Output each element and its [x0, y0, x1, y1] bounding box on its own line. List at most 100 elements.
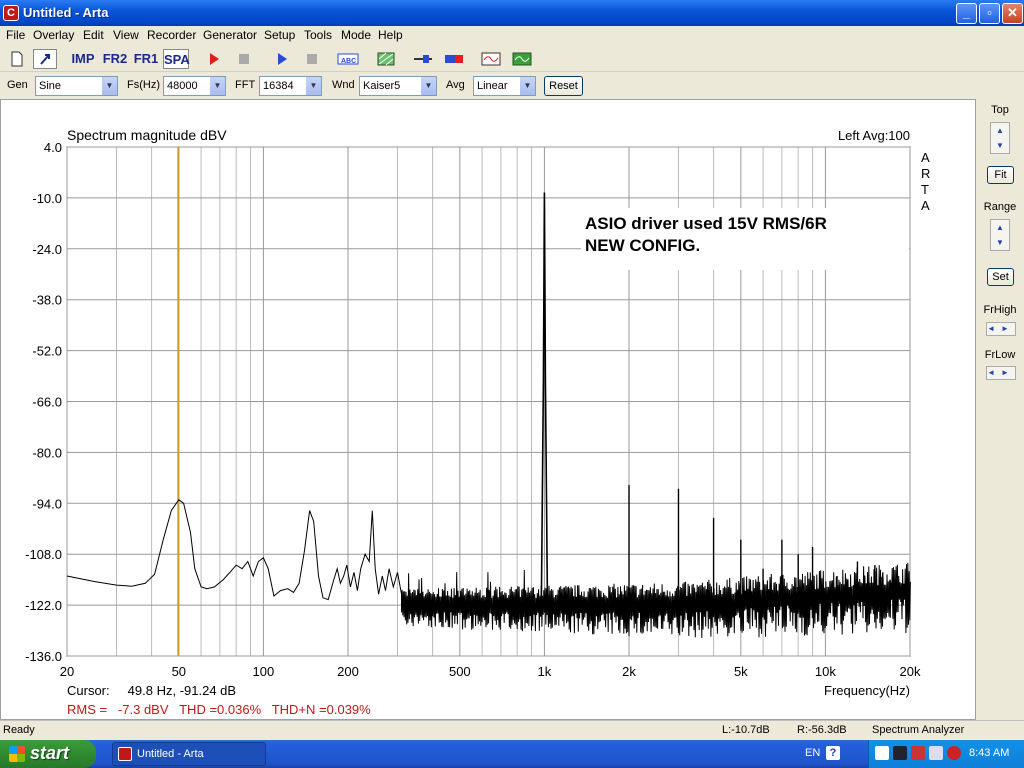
averaging-value: Linear [477, 80, 508, 92]
generator-value: Sine [39, 80, 62, 92]
arta-watermark: ARTA [921, 150, 930, 213]
top-spinner[interactable]: ▲ ▼ [990, 122, 1010, 154]
spectrum-scope-icon[interactable] [510, 49, 534, 69]
chevron-up-icon[interactable]: ▲ [991, 220, 1009, 235]
spectrum-chart[interactable]: 4.0 -10.0 -24.0 -38.0 -52.0 -66.0 -80.0 -94.0 -1… [1, 100, 975, 719]
fr1-mode-button[interactable]: FR1 [133, 49, 159, 69]
tray-icon[interactable] [911, 746, 925, 760]
menu-bar: File Overlay Edit View Recorder Generato… [0, 26, 1024, 45]
settings-toolbar: Gen Sine ▼ Fs(Hz) 48000 ▼ FFT 16384 ▼ Wnd K… [0, 73, 1024, 98]
menu-file[interactable]: File [6, 28, 25, 42]
y-tick-label: -10.0 [32, 191, 62, 206]
pointer-icon[interactable] [33, 49, 57, 69]
cursor-readout: Cursor: 49.8 Hz, -91.24 dB [67, 683, 236, 698]
x-axis-label: Frequency(Hz) [824, 683, 910, 698]
chevron-down-icon: ▼ [209, 77, 225, 95]
y-tick-label: -38.0 [32, 293, 62, 308]
taskbar-arta-window[interactable]: Untitled - Arta [112, 742, 266, 766]
record-play-icon[interactable] [202, 49, 226, 69]
fs-label: Fs(Hz) [127, 79, 160, 91]
fr2-mode-button[interactable]: FR2 [102, 49, 128, 69]
fit-button[interactable]: Fit [987, 166, 1014, 184]
system-tray: 8:43 AM [868, 740, 1024, 768]
range-label: Range [983, 201, 1017, 213]
x-tick-label: 50 [172, 664, 186, 679]
shield-icon[interactable] [947, 746, 961, 760]
windows-logo-icon [9, 746, 25, 762]
window-select[interactable]: Kaiser5 ▼ [359, 76, 437, 96]
level-meter-icon[interactable] [442, 49, 466, 69]
set-button[interactable]: Set [987, 268, 1014, 286]
status-right-level: R:-56.3dB [797, 724, 847, 736]
x-tick-label: 1k [538, 664, 552, 679]
status-bar: Ready L:-10.7dB R:-56.3dB Spectrum Analy… [0, 720, 1024, 740]
spa-mode-button[interactable]: SPA [163, 49, 190, 69]
help-icon[interactable]: ? [826, 746, 840, 760]
annotation-line-1: ASIO driver used 15V RMS/6R [585, 214, 827, 233]
signal-scope-icon[interactable] [479, 49, 503, 69]
menu-view[interactable]: View [113, 28, 139, 42]
spectrum-plot-panel[interactable]: 4.0 -10.0 -24.0 -38.0 -52.0 -66.0 -80.0 -94.0 -1… [0, 99, 976, 720]
impulse-mode-button[interactable]: IMP [70, 49, 96, 69]
top-label: Top [991, 104, 1009, 116]
chevron-down-icon[interactable]: ▼ [991, 138, 1009, 153]
sample-rate-value: 48000 [167, 80, 198, 92]
reset-button[interactable]: Reset [544, 76, 583, 96]
tray-icon[interactable] [875, 746, 889, 760]
status-mode: Spectrum Analyzer [872, 724, 965, 736]
y-tick-label: -24.0 [32, 242, 62, 257]
x-tick-label: 5k [734, 664, 748, 679]
menu-mode[interactable]: Mode [341, 28, 371, 42]
tray-icon[interactable] [929, 746, 943, 760]
menu-generator[interactable]: Generator [203, 28, 257, 42]
averaging-select[interactable]: Linear ▼ [473, 76, 536, 96]
restore-button[interactable]: ▫ [979, 3, 1000, 24]
sample-rate-select[interactable]: 48000 ▼ [163, 76, 226, 96]
frlow-label: FrLow [984, 349, 1016, 361]
window-value: Kaiser5 [363, 80, 401, 92]
tray-icon[interactable] [893, 746, 907, 760]
fft-size-select[interactable]: 16384 ▼ [259, 76, 322, 96]
menu-edit[interactable]: Edit [83, 28, 104, 42]
slider-settings-icon[interactable] [411, 49, 435, 69]
generator-stop-icon[interactable] [300, 49, 324, 69]
minimize-button[interactable]: _ [956, 3, 977, 24]
measurement-readout: RMS = -7.3 dBV THD =0.036% THD+N =0.039% [67, 702, 371, 717]
annotation-abc-icon[interactable]: ABC [336, 49, 360, 69]
arta-app-icon: C [3, 5, 19, 21]
new-file-icon[interactable] [5, 49, 29, 69]
menu-recorder[interactable]: Recorder [147, 28, 196, 42]
chevron-up-icon[interactable]: ▲ [991, 123, 1009, 138]
y-tick-label: -136.0 [25, 649, 62, 664]
generator-play-icon[interactable] [270, 49, 294, 69]
chevron-down-icon[interactable]: ▼ [991, 235, 1009, 250]
plot-title: Spectrum magnitude dBV [67, 127, 227, 143]
grid-color-icon[interactable] [374, 49, 398, 69]
range-spinner[interactable]: ▲ ▼ [990, 219, 1010, 251]
x-tick-label: 200 [337, 664, 359, 679]
generator-select[interactable]: Sine ▼ [35, 76, 118, 96]
close-button[interactable]: ✕ [1002, 3, 1023, 24]
start-button[interactable]: start [0, 740, 96, 768]
menu-overlay[interactable]: Overlay [33, 28, 74, 42]
frlow-spinner[interactable]: ◄► [986, 366, 1016, 380]
menu-help[interactable]: Help [378, 28, 403, 42]
side-control-panel: Top ▲ ▼ Fit Range ▲ ▼ Set FrHigh ◄► FrLow … [976, 99, 1024, 720]
y-tick-label: -108.0 [25, 547, 62, 562]
language-indicator[interactable]: EN [805, 747, 820, 759]
svg-text:ABC: ABC [341, 58, 356, 65]
y-tick-label: -52.0 [32, 344, 62, 359]
frhigh-label: FrHigh [983, 304, 1017, 316]
x-tick-label: 500 [449, 664, 471, 679]
menu-tools[interactable]: Tools [304, 28, 332, 42]
fft-label: FFT [235, 79, 256, 91]
frhigh-spinner[interactable]: ◄► [986, 322, 1016, 336]
x-axis-ticks: 20 50 100 200 500 1k 2k 5k 10k 20k [60, 664, 921, 679]
x-tick-label: 2k [622, 664, 636, 679]
arta-app-icon [118, 747, 132, 761]
fft-size-value: 16384 [263, 80, 294, 92]
x-tick-label: 20k [900, 664, 921, 679]
record-stop-icon[interactable] [232, 49, 256, 69]
menu-setup[interactable]: Setup [264, 28, 295, 42]
main-toolbar: IMP FR2 FR1 SPA ABC [0, 46, 1024, 72]
